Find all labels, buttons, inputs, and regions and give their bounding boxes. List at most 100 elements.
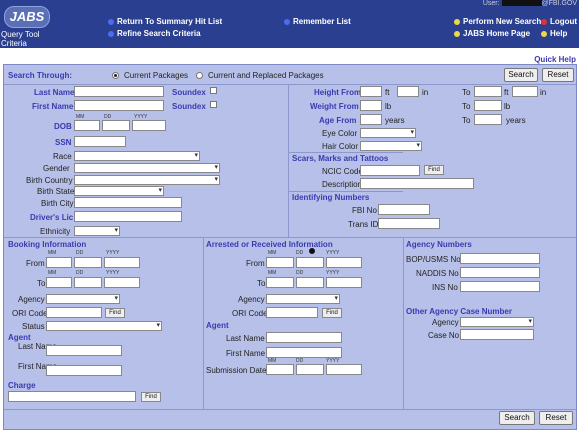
arrest-ori-find-button[interactable]: Find [322, 308, 342, 318]
first-name-input[interactable] [74, 100, 164, 111]
height-to-ft-input[interactable] [474, 86, 502, 97]
gender-label: Gender [43, 164, 70, 173]
gender-select[interactable] [74, 163, 220, 173]
ins-input[interactable] [460, 281, 540, 292]
ft-unit: ft [385, 88, 390, 97]
identifying-numbers-title: Identifying Numbers [292, 193, 370, 202]
charge-find-button[interactable]: Find [141, 392, 161, 402]
dob-month-input[interactable] [74, 120, 100, 131]
arrest-to-yyyy-input[interactable] [326, 277, 362, 288]
ssn-input[interactable] [74, 136, 126, 147]
weight-to-input[interactable] [474, 100, 502, 111]
arrest-to-label: To [257, 279, 266, 288]
arrest-agency-select[interactable] [266, 294, 340, 304]
search-button-top[interactable]: Search [504, 68, 538, 82]
arrest-agent-first-input[interactable] [266, 347, 342, 358]
submission-dd-input[interactable] [296, 364, 324, 375]
height-from-ft-input[interactable] [360, 86, 382, 97]
reset-button-top[interactable]: Reset [542, 68, 574, 82]
birth-country-select[interactable] [74, 175, 220, 185]
current-packages-label: Current Packages [124, 71, 189, 80]
other-agency-select[interactable] [460, 317, 534, 327]
age-to-input[interactable] [474, 114, 502, 125]
booking-agency-select[interactable] [46, 294, 120, 304]
charge-input[interactable] [8, 391, 136, 402]
age-from-input[interactable] [360, 114, 382, 125]
booking-ori-find-button[interactable]: Find [105, 308, 125, 318]
booking-agency-label: Agency [18, 295, 45, 304]
soundex-label: Soundex [172, 102, 206, 111]
bullet-icon [284, 18, 290, 25]
ncic-find-button[interactable]: Find [424, 165, 444, 175]
booking-from-yyyy-input[interactable] [104, 257, 140, 268]
birth-country-label: Birth Country [26, 176, 73, 185]
first-name-soundex-checkbox[interactable] [210, 101, 217, 108]
submission-yyyy-input[interactable] [326, 364, 362, 375]
drivers-lic-input[interactable] [74, 211, 182, 222]
ncic-code-input[interactable] [360, 165, 420, 176]
in-unit: in [540, 88, 547, 97]
return-summary-link[interactable]: Return To Summary Hit List [108, 17, 222, 26]
height-from-in-input[interactable] [397, 86, 419, 97]
arrest-agency-label: Agency [238, 295, 265, 304]
new-search-link[interactable]: Perform New Search [454, 17, 541, 26]
last-name-input[interactable] [74, 86, 164, 97]
trans-id-input[interactable] [378, 218, 440, 229]
eye-color-select[interactable] [360, 128, 416, 138]
last-name-soundex-checkbox[interactable] [210, 87, 217, 94]
booking-to-yyyy-input[interactable] [104, 277, 140, 288]
remember-list-link[interactable]: Remember List [284, 17, 351, 26]
booking-from-mm-input[interactable] [46, 257, 72, 268]
booking-status-select[interactable] [46, 321, 162, 331]
bop-input[interactable] [460, 253, 540, 264]
other-case-title: Other Agency Case Number [406, 307, 512, 316]
help-link[interactable]: Help [541, 29, 567, 38]
booking-agent-last-input[interactable] [46, 345, 122, 356]
race-select[interactable] [74, 151, 200, 161]
booking-to-dd-input[interactable] [74, 277, 102, 288]
refine-search-link[interactable]: Refine Search Criteria [108, 29, 201, 38]
booking-to-mm-input[interactable] [46, 277, 72, 288]
booking-agent-first-input[interactable] [46, 365, 122, 376]
eye-color-label: Eye Color [322, 129, 358, 138]
height-to-in-input[interactable] [512, 86, 538, 97]
booking-ori-input[interactable] [46, 307, 102, 318]
birth-city-input[interactable] [74, 197, 182, 208]
height-to-label: To [462, 88, 471, 97]
booking-from-dd-input[interactable] [74, 257, 102, 268]
case-no-input[interactable] [460, 329, 534, 340]
description-input[interactable] [360, 178, 474, 189]
yyyy-hint: YYYY [326, 250, 340, 256]
fbi-no-input[interactable] [378, 204, 430, 215]
current-packages-radio[interactable] [112, 72, 119, 79]
description-label: Description [322, 180, 363, 189]
trans-id-label: Trans ID [348, 220, 379, 229]
arrest-to-mm-input[interactable] [266, 277, 294, 288]
birth-state-select[interactable] [74, 186, 164, 196]
soundex-label: Soundex [172, 88, 206, 97]
naddis-input[interactable] [460, 267, 540, 278]
dd-hint: DD [76, 250, 84, 256]
booking-agent-last-label: Last Name [18, 342, 57, 351]
app-title: Query Tool Criteria [1, 30, 40, 48]
arrest-to-dd-input[interactable] [296, 277, 324, 288]
weight-from-input[interactable] [360, 100, 382, 111]
search-button-bottom[interactable]: Search [499, 411, 535, 425]
arrest-agent-last-input[interactable] [266, 332, 342, 343]
arrest-from-dd-input[interactable] [296, 257, 324, 268]
quick-help-link[interactable]: Quick Help [534, 55, 576, 64]
hair-color-select[interactable] [360, 141, 422, 151]
dob-year-input[interactable] [132, 120, 166, 131]
reset-button-bottom[interactable]: Reset [539, 411, 573, 425]
home-page-link[interactable]: JABS Home Page [454, 29, 530, 38]
height-from-label: Height From [314, 88, 362, 97]
arrest-from-mm-input[interactable] [266, 257, 294, 268]
arrest-ori-input[interactable] [266, 307, 318, 318]
search-criteria-panel: Search Through: Current Packages Current… [3, 64, 577, 430]
ethnicity-select[interactable] [74, 226, 120, 236]
submission-mm-input[interactable] [266, 364, 294, 375]
replaced-packages-radio[interactable] [196, 72, 203, 79]
logout-link[interactable]: Logout [541, 17, 577, 26]
dob-day-input[interactable] [102, 120, 130, 131]
arrest-from-yyyy-input[interactable] [326, 257, 362, 268]
